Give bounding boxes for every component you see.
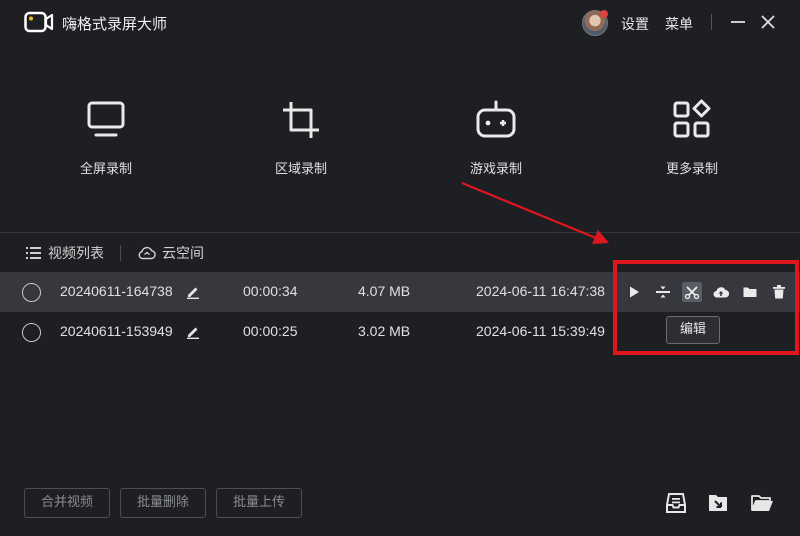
row-select-radio[interactable] — [22, 283, 41, 302]
row-actions — [624, 282, 789, 304]
tab-label: 视频列表 — [48, 246, 104, 262]
split-button[interactable] — [653, 282, 673, 302]
recording-size: 3.02 MB — [358, 323, 411, 339]
row-select-radio[interactable] — [22, 323, 41, 342]
recording-date: 2024-06-11 15:39:49 — [476, 323, 605, 339]
minimize-icon[interactable] — [726, 10, 750, 34]
grid-more-icon — [673, 99, 711, 138]
mode-fullscreen[interactable]: 全屏录制 — [46, 98, 166, 177]
cloud-icon — [138, 246, 156, 260]
edit-button[interactable] — [682, 282, 702, 302]
recording-duration: 00:00:34 — [243, 283, 298, 299]
mode-label: 更多录制 — [665, 162, 718, 177]
monitor-icon — [87, 101, 125, 137]
notification-badge — [600, 10, 608, 18]
archive-tray-icon[interactable] — [664, 491, 688, 515]
delete-button[interactable] — [769, 282, 789, 302]
upload-cloud-icon — [713, 287, 729, 298]
mode-label: 游戏录制 — [469, 162, 522, 177]
recording-size: 4.07 MB — [358, 283, 411, 299]
rename-pencil-icon[interactable] — [186, 285, 200, 299]
rename-pencil-icon[interactable] — [186, 325, 200, 339]
tab-divider — [120, 245, 121, 261]
recording-name: 20240611-164738 — [60, 283, 173, 299]
app-title: 嗨格式录屏大师 — [62, 15, 168, 33]
tab-label: 云空间 — [162, 246, 204, 262]
list-icon — [26, 247, 41, 259]
list-tabs: 视频列表 云空间 — [0, 233, 800, 271]
folder-icon — [743, 287, 757, 297]
mode-region[interactable]: 区域录制 — [241, 98, 361, 177]
close-icon[interactable] — [756, 10, 780, 34]
recording-modes: 全屏录制 区域录制 游戏录制 更多录制 — [0, 46, 800, 232]
recording-row[interactable]: 20240611-164738 00:00:34 4.07 MB 2024-06… — [0, 272, 800, 312]
crop-icon — [283, 102, 319, 138]
settings-link[interactable]: 设置 — [621, 14, 649, 34]
title-bar: 嗨格式录屏大师 设置 菜单 — [0, 0, 800, 46]
mode-game[interactable]: 游戏录制 — [436, 98, 556, 177]
edit-scissors-icon — [684, 286, 700, 300]
play-button[interactable] — [624, 282, 644, 302]
import-file-icon[interactable] — [706, 491, 730, 515]
merge-videos-button[interactable]: 合并视频 — [24, 488, 110, 518]
app-logo-icon — [24, 11, 54, 33]
open-folder-button[interactable] — [740, 282, 760, 302]
edit-tooltip: 编辑 — [666, 316, 720, 344]
mode-more[interactable]: 更多录制 — [632, 98, 752, 177]
open-folder-icon[interactable] — [750, 491, 774, 515]
menu-link[interactable]: 菜单 — [665, 14, 693, 34]
tab-cloud[interactable]: 云空间 — [138, 243, 204, 263]
batch-delete-button[interactable]: 批量删除 — [120, 488, 206, 518]
gamepad-icon — [476, 100, 516, 138]
mode-label: 全屏录制 — [79, 162, 132, 177]
recording-name: 20240611-153949 — [60, 323, 173, 339]
delete-icon — [773, 285, 785, 299]
recording-duration: 00:00:25 — [243, 323, 298, 339]
batch-upload-button[interactable]: 批量上传 — [216, 488, 302, 518]
play-icon — [630, 286, 639, 298]
recording-date: 2024-06-11 16:47:38 — [476, 283, 605, 299]
upload-cloud-button[interactable] — [711, 282, 731, 302]
titlebar-divider — [711, 14, 712, 30]
split-icon — [656, 286, 670, 298]
mode-label: 区域录制 — [274, 162, 327, 177]
tab-video-list[interactable]: 视频列表 — [26, 243, 104, 263]
